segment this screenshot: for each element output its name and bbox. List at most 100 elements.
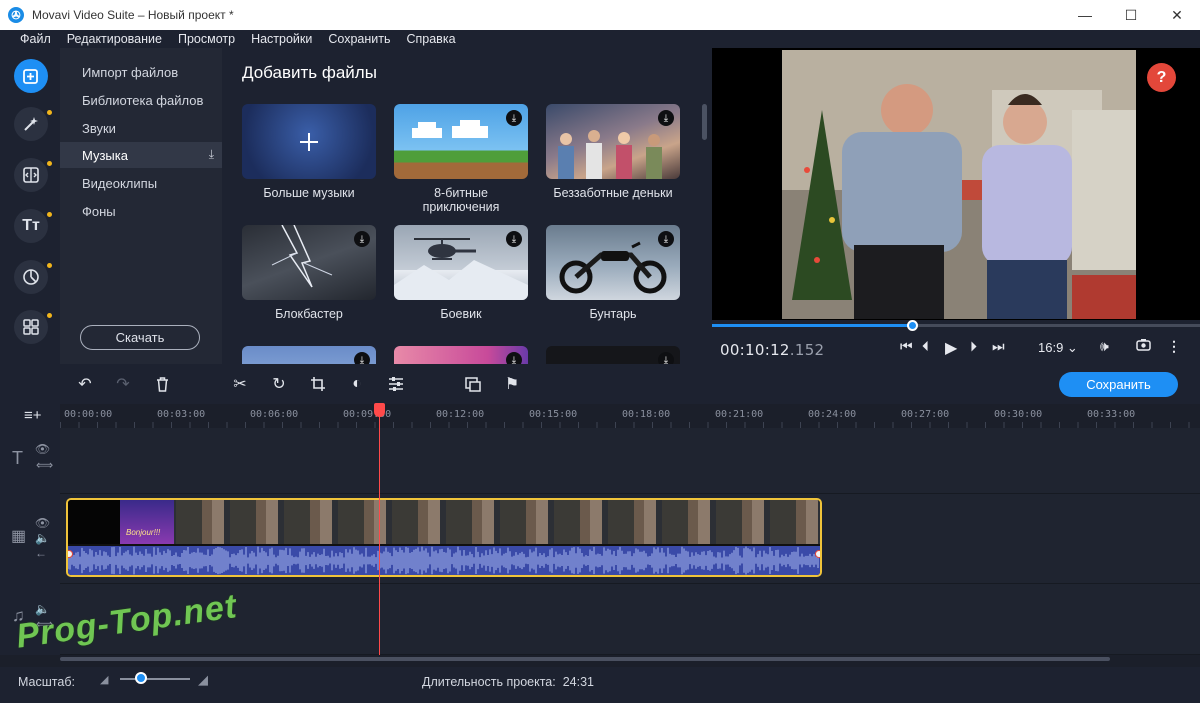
window-title: Movavi Video Suite – Новый проект *	[32, 8, 234, 22]
tile-action[interactable]: ⤓	[394, 225, 528, 300]
timeline-scrollbar[interactable]	[60, 657, 1110, 661]
skip-start-icon[interactable]: ⏮	[900, 338, 913, 355]
timecode-main: 00:10:12	[720, 341, 790, 359]
menu-file[interactable]: Файл	[20, 32, 51, 46]
next-frame-icon[interactable]: ⏵	[970, 338, 977, 355]
new-badge-dot	[47, 212, 52, 217]
rotate-icon[interactable]: ↻	[268, 373, 290, 395]
download-icon[interactable]: ⤓	[354, 352, 370, 364]
export-save-button[interactable]: Сохранить	[1059, 372, 1178, 397]
tile-partial[interactable]: ⤓	[546, 346, 680, 364]
zoom-out-icon[interactable]: ◢	[100, 673, 108, 686]
download-button[interactable]: Скачать	[80, 325, 200, 350]
category-sounds[interactable]: Звуки	[60, 115, 222, 141]
new-badge-dot	[47, 110, 52, 115]
transitions-icon[interactable]	[14, 158, 48, 192]
redo-icon[interactable]: ↷	[112, 373, 134, 395]
volume-small-icon[interactable]: 🔈	[35, 531, 50, 545]
magic-wand-icon[interactable]	[14, 107, 48, 141]
tool-rail: Tт	[8, 48, 58, 364]
snapshot-icon[interactable]	[1136, 338, 1151, 354]
volume-icon[interactable]: 🕪	[1100, 338, 1109, 355]
time-ruler[interactable]: 00:00:00 00:03:00 00:06:00 00:09:00 00:1…	[60, 404, 1200, 428]
maximize-button[interactable]: ☐	[1108, 0, 1154, 30]
color-adjust-icon[interactable]: ◐	[346, 373, 368, 395]
tile-8bit[interactable]: ⤓	[394, 104, 528, 179]
menu-settings[interactable]: Настройки	[251, 32, 312, 46]
category-label: Звуки	[82, 120, 116, 136]
import-icon[interactable]	[14, 59, 48, 93]
tile-label: Боевик	[440, 307, 482, 321]
undo-icon[interactable]: ↶	[74, 373, 96, 395]
download-icon[interactable]: ⤓	[658, 110, 674, 126]
progress-track[interactable]	[712, 320, 1200, 331]
category-videoclips[interactable]: Видеоклипы	[60, 170, 222, 196]
tile-rebel[interactable]: ⤓	[546, 225, 680, 300]
aspect-ratio-select[interactable]: 16:9 ⌄	[1038, 340, 1078, 356]
menu-help[interactable]: Справка	[406, 32, 455, 46]
tile-partial[interactable]: ⤓	[242, 346, 376, 364]
overlay-icon[interactable]	[462, 373, 484, 395]
add-track-icon[interactable]: ≡+	[24, 407, 42, 424]
download-icon[interactable]: ⤓	[354, 231, 370, 247]
more-options-icon[interactable]: ⋮	[1167, 338, 1181, 355]
ruler-label: 00:03:00	[157, 409, 206, 420]
tile-more-music[interactable]	[242, 104, 376, 179]
menu-edit[interactable]: Редактирование	[67, 32, 162, 46]
download-arrow-icon: ⤓	[208, 147, 214, 161]
tile-label: Бунтарь	[589, 307, 637, 321]
titles-icon[interactable]: Tт	[14, 209, 48, 243]
menu-save[interactable]: Сохранить	[328, 32, 390, 46]
category-backgrounds[interactable]: Фоны	[60, 198, 222, 224]
video-clip[interactable]: Bonjour!!!	[66, 498, 822, 577]
crop-icon[interactable]	[307, 373, 329, 395]
download-icon[interactable]: ⤓	[506, 110, 522, 126]
ruler-label: 00:30:00	[994, 409, 1043, 420]
help-button[interactable]: ?	[1147, 63, 1176, 92]
tile-partial[interactable]: ⤓	[394, 346, 528, 364]
progress-knob[interactable]	[907, 320, 919, 331]
minimize-button[interactable]: —	[1062, 0, 1108, 30]
zoom-track[interactable]	[120, 678, 190, 680]
download-icon[interactable]: ⤓	[506, 352, 522, 364]
prev-frame-icon[interactable]: ⏴	[922, 338, 929, 355]
preview-panel: ? 00:10:12.152 ⏮ ⏴ ▶ ⏵ ⏭ 16:9 ⌄ 🕪 ⋮	[712, 48, 1200, 364]
delete-icon[interactable]	[151, 373, 173, 395]
clip-properties-icon[interactable]	[385, 373, 407, 395]
marker-flag-icon[interactable]: ⚑	[501, 373, 523, 395]
download-icon[interactable]: ⤓	[658, 352, 674, 364]
cut-icon[interactable]: ✂	[229, 373, 251, 395]
ruler-label: 00:18:00	[622, 409, 671, 420]
zoom-slider-knob[interactable]	[135, 672, 147, 684]
stickers-icon[interactable]	[14, 260, 48, 294]
app-window: ✇ Movavi Video Suite – Новый проект * — …	[0, 0, 1200, 703]
ruler-label: 00:21:00	[715, 409, 764, 420]
play-icon[interactable]: ▶	[945, 338, 957, 358]
eye-icon[interactable]: 👁	[35, 442, 50, 456]
tile-carefree-days[interactable]: ⤓	[546, 104, 680, 179]
ruler-label: 00:27:00	[901, 409, 950, 420]
close-button[interactable]: ✕	[1154, 0, 1200, 30]
category-import[interactable]: Импорт файлов	[60, 59, 222, 85]
download-icon[interactable]: ⤓	[658, 231, 674, 247]
category-music[interactable]: Музыка ⤓	[60, 142, 222, 168]
library-panel: Добавить файлы Больше музыки ⤓ 8-битные …	[222, 48, 712, 364]
titles-track-header: T 👁 ⟺	[0, 428, 60, 494]
clip-title-text: Bonjour!!!	[126, 528, 161, 537]
skip-end-icon[interactable]: ⏭	[992, 338, 1005, 355]
clip-trim-right-handle[interactable]	[815, 550, 820, 558]
more-tools-icon[interactable]	[14, 310, 48, 344]
download-icon[interactable]: ⤓	[506, 231, 522, 247]
arrow-left-icon[interactable]: ←	[35, 546, 47, 560]
tile-blockbuster[interactable]: ⤓	[242, 225, 376, 300]
zoom-in-icon[interactable]: ◢	[198, 672, 208, 688]
titles-track[interactable]	[60, 428, 1200, 494]
category-library[interactable]: Библиотека файлов	[60, 87, 222, 113]
playhead-handle[interactable]	[374, 403, 385, 417]
menu-view[interactable]: Просмотр	[178, 32, 235, 46]
ruler-label: 00:12:00	[436, 409, 485, 420]
eye-icon[interactable]: 👁	[35, 516, 50, 530]
library-scrollbar[interactable]	[702, 104, 707, 140]
new-badge-dot	[47, 313, 52, 318]
link-icon[interactable]: ⟺	[36, 458, 53, 472]
